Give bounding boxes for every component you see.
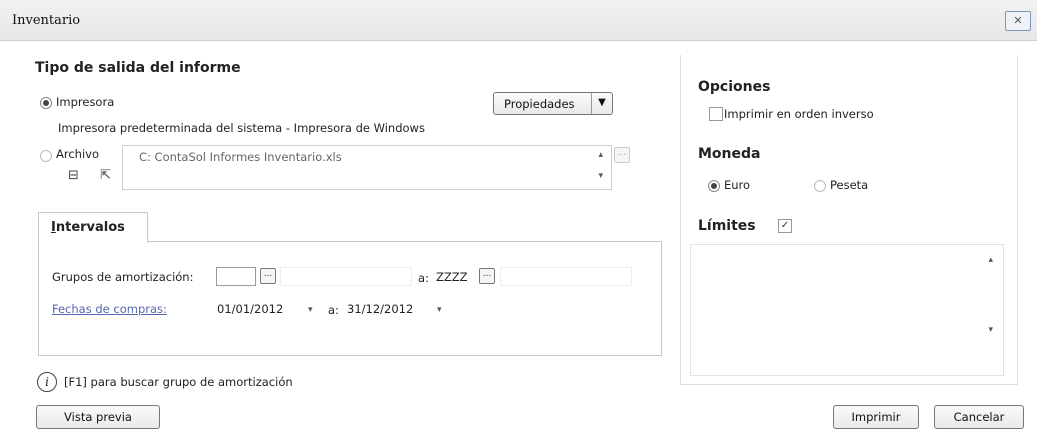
reverse-print-checkbox[interactable]: [709, 107, 723, 121]
folder-icon[interactable]: ⊟: [68, 168, 79, 183]
preview-button-label: Vista previa: [64, 410, 132, 424]
window-title: Inventario: [12, 13, 81, 28]
limits-scroll-up-icon[interactable]: ▴: [988, 255, 993, 265]
path-arrow-icon[interactable]: ⇱: [100, 168, 111, 183]
peseta-radio[interactable]: [814, 180, 826, 192]
info-icon: i: [37, 372, 57, 392]
right-panel-divider: [680, 55, 681, 385]
print-button[interactable]: Imprimir: [833, 405, 919, 429]
tab-intervalos[interactable]: Intervalos: [38, 212, 148, 243]
limits-checkbox[interactable]: ✓: [778, 219, 792, 233]
file-path-text: C: ContaSol Informes Inventario.xls: [139, 150, 342, 164]
tab-intervalos-label: ntervalos: [55, 220, 125, 235]
groups-from-description: [280, 267, 412, 286]
peseta-label: Peseta: [830, 178, 869, 192]
groups-from-browse-button[interactable]: ...: [260, 268, 276, 284]
close-icon: ✕: [1013, 14, 1023, 27]
options-section-title: Opciones: [698, 79, 771, 95]
limits-list[interactable]: ▴ ▾: [690, 244, 1004, 376]
currency-section-title: Moneda: [698, 146, 761, 162]
purchase-dates-link[interactable]: Fechas de compras:: [52, 302, 167, 316]
chevron-down-icon[interactable]: ▼: [591, 93, 612, 114]
printer-radio[interactable]: [40, 97, 52, 109]
info-text: [F1] para buscar grupo de amortización: [64, 375, 293, 389]
euro-label: Euro: [724, 178, 751, 192]
groups-from-input[interactable]: [216, 267, 256, 286]
groups-to-browse-button[interactable]: ...: [479, 268, 495, 284]
intervals-panel: [38, 241, 662, 356]
cancel-button-label: Cancelar: [953, 410, 1005, 424]
groups-to-description: [500, 267, 632, 286]
right-panel-side-divider: [1017, 55, 1018, 385]
properties-button-label: Propiedades: [504, 97, 575, 111]
printer-description: Impresora predeterminada del sistema - I…: [58, 121, 425, 135]
file-path-field[interactable]: C: ContaSol Informes Inventario.xls ▴ ▾: [122, 145, 612, 190]
groups-label: Grupos de amortización:: [52, 270, 194, 284]
output-section-title: Tipo de salida del informe: [35, 60, 241, 76]
date-from-value[interactable]: 01/01/2012: [217, 302, 283, 316]
scroll-down-icon[interactable]: ▾: [598, 171, 603, 181]
date-to-dropdown-icon[interactable]: ▾: [437, 305, 442, 315]
properties-button[interactable]: Propiedades ▼: [493, 92, 613, 115]
file-radio[interactable]: [40, 150, 52, 162]
limits-label: Límites: [698, 218, 756, 234]
print-button-label: Imprimir: [851, 410, 901, 424]
groups-to-value[interactable]: ZZZZ: [436, 270, 468, 284]
right-panel-bottom-divider: [680, 384, 1018, 385]
file-browse-button[interactable]: ...: [614, 147, 630, 163]
date-from-dropdown-icon[interactable]: ▾: [308, 305, 313, 315]
close-button[interactable]: ✕: [1005, 11, 1031, 31]
printer-label: Impresora: [56, 95, 115, 109]
file-label: Archivo: [56, 147, 99, 161]
date-to-value[interactable]: 31/12/2012: [347, 302, 413, 316]
reverse-print-label: Imprimir en orden inverso: [724, 107, 874, 121]
groups-to-label: a:: [418, 271, 429, 285]
limits-scroll-down-icon[interactable]: ▾: [988, 325, 993, 335]
cancel-button[interactable]: Cancelar: [934, 405, 1024, 429]
scroll-up-icon[interactable]: ▴: [598, 150, 603, 160]
date-to-label: a:: [328, 303, 339, 317]
preview-button[interactable]: Vista previa: [36, 405, 160, 429]
title-bar: Inventario ✕: [0, 0, 1037, 41]
euro-radio[interactable]: [708, 180, 720, 192]
